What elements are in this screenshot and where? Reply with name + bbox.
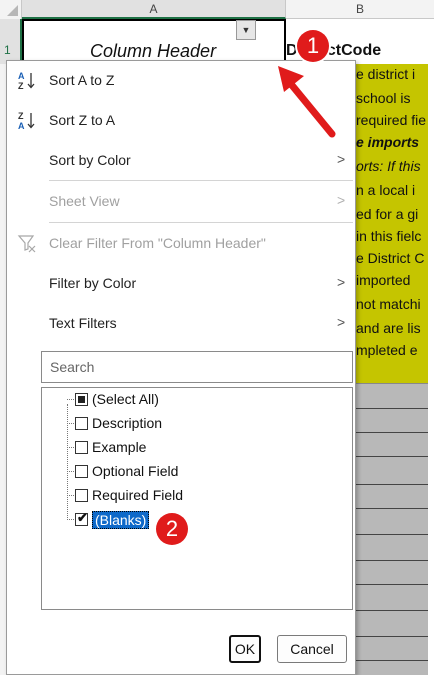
checkbox-unchecked[interactable] (75, 417, 88, 430)
list-item-label: Example (92, 439, 147, 455)
row-divider (356, 610, 434, 611)
checkbox-unchecked[interactable] (75, 489, 88, 502)
cell-b2-line: in this fielc (356, 228, 422, 244)
step-2-badge: 2 (156, 513, 188, 545)
clear-filter-item[interactable]: Clear Filter From "Column Header" (7, 224, 355, 264)
svg-text:A: A (18, 71, 25, 81)
autofilter-menu: A Z Sort A to Z Z A Sort Z to A Sort by … (6, 60, 356, 675)
sort-by-color-label: Sort by Color (49, 152, 131, 168)
sort-ascending-icon: A Z (18, 71, 35, 90)
cell-b2-line: e imports (356, 134, 420, 150)
row-divider (356, 432, 434, 433)
select-all-corner[interactable] (0, 0, 22, 19)
cell-b2-line: school is (356, 90, 411, 106)
checkbox-unchecked[interactable] (75, 441, 88, 454)
cell-b2-line: e District C (356, 250, 425, 266)
chevron-right-icon: > (337, 151, 346, 167)
sort-a-to-z-label: Sort A to Z (49, 72, 115, 88)
list-item-required-field[interactable]: Required Field (42, 484, 342, 508)
row-divider (356, 408, 434, 409)
window-edge (428, 64, 434, 675)
cell-b2-line: and are lis (356, 320, 421, 336)
cell-b2-line: required fie (356, 112, 427, 128)
chevron-right-icon: > (337, 274, 346, 290)
list-item-description[interactable]: Description (42, 412, 342, 436)
lower-cells[interactable] (356, 384, 434, 675)
menu-separator (49, 180, 353, 181)
text-filters-item[interactable]: Text Filters > (7, 304, 355, 344)
cell-b2-line: not matchi (356, 296, 421, 312)
chevron-right-icon: > (337, 192, 346, 208)
sort-descending-icon: Z A (18, 111, 35, 130)
ok-button[interactable]: OK (229, 635, 261, 663)
column-header-row: A B (0, 0, 434, 19)
filter-by-color-label: Filter by Color (49, 275, 137, 291)
cell-b2-line: n a local i (356, 182, 416, 198)
cell-b2-line: mpleted e (356, 342, 418, 358)
column-a-header[interactable]: A (22, 0, 286, 19)
sheet-view-item[interactable]: Sheet View > (7, 182, 355, 222)
filter-dropdown-button[interactable]: ▼ (236, 20, 256, 40)
text-filters-label: Text Filters (49, 315, 117, 331)
list-item-label: Required Field (92, 487, 184, 503)
cell-b2-line: ed for a gi (356, 206, 419, 222)
svg-text:Z: Z (18, 81, 24, 90)
list-item-example[interactable]: Example (42, 436, 342, 460)
svg-text:Z: Z (18, 111, 24, 121)
row-divider (356, 560, 434, 561)
step-1-badge: 1 (297, 30, 329, 62)
svg-text:A: A (18, 121, 25, 130)
row-divider (356, 584, 434, 585)
sort-by-color-item[interactable]: Sort by Color > (7, 141, 355, 181)
cell-a1-value: Column Header (90, 41, 217, 61)
red-arrow-icon (278, 66, 336, 138)
checkbox-checked[interactable]: ✔ (75, 510, 88, 526)
list-item-label: Description (92, 415, 163, 431)
row-divider (356, 456, 434, 457)
checkbox-unchecked[interactable] (75, 465, 88, 478)
cancel-button[interactable]: Cancel (277, 635, 347, 663)
clear-filter-icon (17, 235, 36, 253)
corner-triangle-icon (7, 5, 18, 16)
filter-by-color-item[interactable]: Filter by Color > (7, 264, 355, 304)
row-divider (356, 660, 434, 661)
column-b-header[interactable]: B (286, 0, 434, 19)
list-item-optional-field[interactable]: Optional Field (42, 460, 342, 484)
menu-separator (49, 222, 353, 223)
sort-z-to-a-label: Sort Z to A (49, 112, 116, 128)
filter-values-list[interactable]: (Select All) Description Example Optiona… (41, 387, 353, 610)
row-divider (356, 508, 434, 509)
cell-b2[interactable]: e district i school is required fie e im… (356, 64, 434, 384)
row-divider (356, 484, 434, 485)
cell-b2-line: e district i (356, 66, 416, 82)
checkmark-icon: ✔ (77, 510, 88, 525)
list-item-label: (Select All) (92, 391, 159, 407)
row-divider (356, 636, 434, 637)
sheet-view-label: Sheet View (49, 193, 120, 209)
chevron-right-icon: > (337, 314, 346, 330)
row-1-header[interactable]: 1 (0, 19, 22, 64)
list-item-label: Optional Field (92, 463, 179, 479)
indeterminate-icon (78, 396, 85, 403)
filter-search-input[interactable]: Search (41, 351, 353, 383)
list-item-select-all[interactable]: (Select All) (42, 388, 342, 412)
clear-filter-label: Clear Filter From "Column Header" (49, 235, 266, 251)
cell-b2-line: imported (356, 272, 411, 288)
checkbox-indeterminate[interactable] (75, 393, 88, 406)
list-item-label: (Blanks) (92, 511, 150, 529)
cell-b2-line: orts: If this (356, 158, 421, 174)
list-item-blanks[interactable]: ✔ (Blanks) (42, 508, 342, 532)
row-divider (356, 534, 434, 535)
